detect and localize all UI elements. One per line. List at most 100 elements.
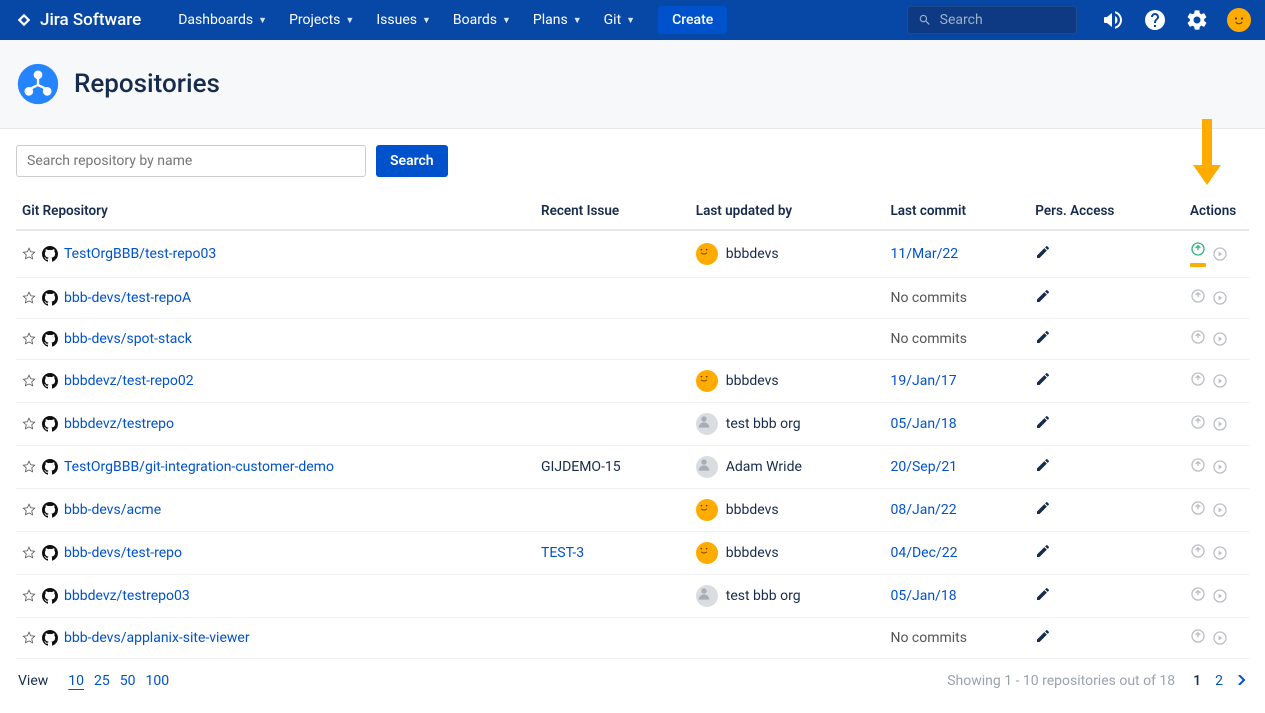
user-avatar-icon [696, 542, 718, 564]
col-header-commit[interactable]: Last commit [884, 193, 1029, 230]
page-size-option[interactable]: 25 [94, 673, 110, 689]
page-size-option[interactable]: 50 [120, 673, 136, 689]
view-label: View [18, 673, 48, 689]
edit-access-icon[interactable] [1035, 586, 1051, 602]
clone-action-icon[interactable] [1190, 329, 1206, 345]
edit-access-icon[interactable] [1035, 414, 1051, 430]
commit-link[interactable]: 05/Jan/18 [890, 588, 956, 604]
star-icon[interactable] [22, 503, 36, 517]
clone-action-icon[interactable] [1190, 500, 1206, 516]
reindex-action-icon[interactable] [1212, 246, 1228, 262]
col-header-issue[interactable]: Recent Issue [535, 193, 690, 230]
nav-item-boards[interactable]: Boards▼ [444, 7, 520, 33]
reindex-action-icon[interactable] [1212, 588, 1228, 604]
issue-link[interactable]: TEST-3 [541, 545, 584, 561]
search-icon [918, 12, 932, 28]
megaphone-icon[interactable] [1101, 8, 1125, 32]
updated-by-name: test bbb org [726, 588, 801, 604]
reindex-action-icon[interactable] [1212, 331, 1228, 347]
search-button[interactable]: Search [376, 145, 448, 177]
repo-link[interactable]: bbbdevz/testrepo [64, 416, 174, 432]
next-page-icon[interactable] [1237, 673, 1247, 689]
clone-action-icon[interactable] [1190, 543, 1206, 559]
nav-item-projects[interactable]: Projects▼ [280, 7, 363, 33]
clone-action-icon[interactable] [1190, 628, 1206, 644]
repo-link[interactable]: bbb-devs/acme [64, 502, 161, 518]
star-icon[interactable] [22, 417, 36, 431]
nav-item-issues[interactable]: Issues▼ [367, 7, 440, 33]
chevron-right-icon [1237, 675, 1247, 685]
chevron-down-icon: ▼ [573, 15, 582, 26]
no-commits-text: No commits [890, 331, 967, 347]
nav-item-git[interactable]: Git▼ [595, 7, 644, 33]
commit-link[interactable]: 05/Jan/18 [890, 416, 956, 432]
reindex-action-icon[interactable] [1212, 630, 1228, 646]
clone-action-icon[interactable] [1190, 414, 1206, 430]
reindex-action-icon[interactable] [1212, 373, 1228, 389]
clone-action-icon[interactable] [1190, 586, 1206, 602]
repo-search-input[interactable] [16, 145, 366, 177]
commit-link[interactable]: 19/Jan/17 [890, 373, 956, 389]
reindex-action-icon[interactable] [1212, 545, 1228, 561]
repo-link[interactable]: bbb-devs/applanix-site-viewer [64, 630, 250, 646]
clone-action-icon[interactable] [1190, 241, 1206, 257]
commit-link[interactable]: 11/Mar/22 [890, 246, 958, 262]
reindex-action-icon[interactable] [1212, 459, 1228, 475]
commit-link[interactable]: 20/Sep/21 [890, 459, 957, 475]
repo-link[interactable]: TestOrgBBB/test-repo03 [64, 246, 216, 262]
col-header-repo[interactable]: Git Repository [16, 193, 535, 230]
edit-access-icon[interactable] [1035, 329, 1051, 345]
nav-item-dashboards[interactable]: Dashboards▼ [169, 7, 276, 33]
commit-link[interactable]: 08/Jan/22 [890, 502, 956, 518]
edit-access-icon[interactable] [1035, 371, 1051, 387]
edit-access-icon[interactable] [1035, 628, 1051, 644]
issue-link[interactable]: GIJDEMO-15 [541, 459, 621, 475]
gear-icon[interactable] [1185, 8, 1209, 32]
user-avatar[interactable] [1227, 8, 1251, 32]
star-icon[interactable] [22, 589, 36, 603]
nav-item-plans[interactable]: Plans▼ [524, 7, 591, 33]
page-size-option[interactable]: 10 [68, 673, 84, 689]
create-button[interactable]: Create [658, 6, 727, 34]
edit-access-icon[interactable] [1035, 500, 1051, 516]
star-icon[interactable] [22, 374, 36, 388]
reindex-action-icon[interactable] [1212, 502, 1228, 518]
star-icon[interactable] [22, 631, 36, 645]
highlight-arrow [1193, 117, 1221, 196]
clone-action-icon[interactable] [1190, 288, 1206, 304]
star-icon[interactable] [22, 291, 36, 305]
clone-action-icon[interactable] [1190, 371, 1206, 387]
edit-access-icon[interactable] [1035, 244, 1051, 260]
global-search[interactable] [907, 6, 1077, 34]
nav-items: Dashboards▼Projects▼Issues▼Boards▼Plans▼… [169, 7, 644, 33]
global-search-input[interactable] [940, 12, 1066, 28]
col-header-updated[interactable]: Last updated by [690, 193, 885, 230]
chevron-down-icon: ▼ [258, 15, 267, 26]
reindex-action-icon[interactable] [1212, 290, 1228, 306]
page-size-option[interactable]: 100 [146, 673, 170, 689]
repo-link[interactable]: TestOrgBBB/git-integration-customer-demo [64, 459, 334, 475]
edit-access-icon[interactable] [1035, 288, 1051, 304]
table-row: bbbdevz/testrepo test bbb org 05/Jan/18 [16, 403, 1249, 446]
star-icon[interactable] [22, 546, 36, 560]
star-icon[interactable] [22, 460, 36, 474]
clone-action-icon[interactable] [1190, 457, 1206, 473]
brand[interactable]: Jira Software [14, 10, 141, 30]
commit-link[interactable]: 04/Dec/22 [890, 545, 957, 561]
help-icon[interactable] [1143, 8, 1167, 32]
repo-link[interactable]: bbb-devs/test-repoA [64, 290, 191, 306]
col-header-access[interactable]: Pers. Access [1029, 193, 1184, 230]
edit-access-icon[interactable] [1035, 457, 1051, 473]
table-row: bbb-devs/spot-stack No commits [16, 319, 1249, 360]
repo-link[interactable]: bbb-devs/spot-stack [64, 331, 192, 347]
reindex-action-icon[interactable] [1212, 416, 1228, 432]
star-icon[interactable] [22, 332, 36, 346]
page-number[interactable]: 2 [1215, 673, 1223, 689]
repo-link[interactable]: bbbdevz/test-repo02 [64, 373, 194, 389]
page-number[interactable]: 1 [1193, 673, 1201, 689]
star-icon[interactable] [22, 247, 36, 261]
updated-by-name: bbbdevs [726, 373, 779, 389]
repo-link[interactable]: bbb-devs/test-repo [64, 545, 182, 561]
repo-link[interactable]: bbbdevz/testrepo03 [64, 588, 190, 604]
edit-access-icon[interactable] [1035, 543, 1051, 559]
